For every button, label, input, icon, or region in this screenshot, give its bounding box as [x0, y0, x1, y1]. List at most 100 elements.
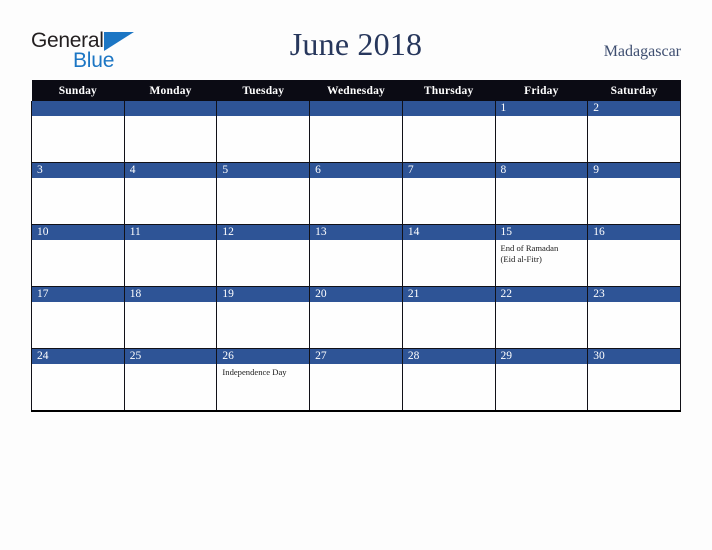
day-number: 8	[495, 163, 588, 178]
day-number: 24	[32, 349, 124, 364]
day-number: 3	[32, 163, 124, 178]
country-label: Madagascar	[603, 43, 681, 60]
generalblue-logo[interactable]: General Blue	[31, 30, 201, 76]
weekday-friday: Friday	[495, 80, 588, 101]
calendar-day-cell[interactable]: 6	[309, 162, 403, 225]
calendar-day-cell[interactable]: 7	[401, 162, 496, 225]
calendar-day-cell[interactable]: 27	[309, 348, 403, 412]
calendar-empty-cell[interactable]	[401, 101, 496, 163]
day-cell-inner: 17	[32, 287, 124, 348]
calendar-day-cell[interactable]: 8	[494, 162, 589, 225]
logo-text-blue: Blue	[73, 49, 115, 72]
weekday-wednesday: Wednesday	[309, 80, 403, 101]
day-cell-inner: 29	[495, 349, 588, 410]
calendar-empty-cell[interactable]	[31, 101, 125, 163]
day-events: Independence Day	[217, 364, 309, 378]
day-cell-inner: 14	[402, 225, 495, 286]
calendar-day-cell[interactable]: 13	[309, 224, 403, 287]
calendar-empty-cell[interactable]	[309, 101, 403, 163]
calendar-empty-cell[interactable]	[123, 101, 218, 163]
weekday-saturday: Saturday	[587, 80, 681, 101]
day-cell-inner	[217, 101, 310, 162]
calendar-day-cell[interactable]: 16	[587, 224, 681, 287]
day-number: 22	[495, 287, 588, 302]
day-number: 27	[310, 349, 402, 364]
event-label: Independence Day	[222, 367, 287, 377]
day-number: 29	[495, 349, 588, 364]
day-number: 26	[217, 349, 310, 364]
calendar-day-cell[interactable]: 25	[123, 348, 218, 412]
day-number: 6	[310, 163, 402, 178]
day-number: 12	[217, 225, 310, 240]
calendar-day-cell[interactable]: 2	[587, 101, 681, 163]
calendar-day-cell[interactable]: 30	[587, 348, 681, 412]
calendar-grid: Sunday Monday Tuesday Wednesday Thursday…	[31, 80, 681, 412]
logo-top-row: General	[31, 30, 134, 51]
calendar-day-cell[interactable]: 10	[31, 224, 125, 287]
day-cell-inner: 20	[310, 287, 402, 348]
calendar-day-cell[interactable]: 9	[587, 162, 681, 225]
day-cell-inner: 13	[310, 225, 402, 286]
weekday-thursday: Thursday	[402, 80, 496, 101]
day-number	[124, 101, 217, 116]
day-number: 2	[588, 101, 680, 116]
day-number: 5	[217, 163, 310, 178]
calendar-day-cell[interactable]: 24	[31, 348, 125, 412]
day-number: 30	[588, 349, 680, 364]
day-number: 1	[495, 101, 588, 116]
day-number: 25	[124, 349, 217, 364]
page-header: General Blue June 2018 Madagascar	[0, 0, 712, 80]
calendar-day-cell[interactable]: 18	[123, 286, 218, 349]
calendar-day-cell[interactable]: 22	[494, 286, 589, 349]
day-cell-inner: 24	[32, 349, 124, 410]
day-cell-inner: 23	[588, 287, 680, 348]
calendar-day-cell[interactable]: 21	[401, 286, 496, 349]
calendar-empty-cell[interactable]	[216, 101, 311, 163]
day-cell-inner: 28	[402, 349, 495, 410]
day-cell-inner: 21	[402, 287, 495, 348]
day-cell-inner: 26 Independence Day	[217, 349, 310, 410]
calendar-week-row: 24 25 26 Independence Day 27 28 29 30	[31, 348, 681, 412]
calendar-day-cell[interactable]: 3	[31, 162, 125, 225]
calendar-header-row: Sunday Monday Tuesday Wednesday Thursday…	[31, 80, 681, 101]
calendar-day-cell[interactable]: 20	[309, 286, 403, 349]
calendar-week-row: 3456789	[31, 162, 681, 225]
day-cell-inner: 9	[588, 163, 680, 224]
calendar-body: 1 2 3 4 5 6 7 8 9 10 11 12 13 14 15 End of Ramadan (Eid …	[31, 101, 681, 412]
calendar-day-cell[interactable]: 26 Independence Day	[216, 348, 311, 412]
calendar-day-cell[interactable]: 28	[401, 348, 496, 412]
day-number	[310, 101, 402, 116]
calendar-day-cell[interactable]: 15 End of Ramadan (Eid al-Fitr)	[494, 224, 589, 287]
calendar-day-cell[interactable]: 29	[494, 348, 589, 412]
day-number: 13	[310, 225, 402, 240]
day-number: 14	[402, 225, 495, 240]
calendar-week-row: 17 18 19 20 21 22 23	[31, 286, 681, 349]
day-number	[32, 101, 124, 116]
calendar-day-cell[interactable]: 5	[216, 162, 311, 225]
day-number: 17	[32, 287, 124, 302]
calendar-day-cell[interactable]: 4	[123, 162, 218, 225]
day-cell-inner: 6	[310, 163, 402, 224]
logo-text-general: General	[31, 29, 104, 52]
day-cell-inner	[402, 101, 495, 162]
calendar-day-cell[interactable]: 14	[401, 224, 496, 287]
day-cell-inner: 3	[32, 163, 124, 224]
day-cell-inner	[310, 101, 402, 162]
day-number	[402, 101, 495, 116]
weekday-header: Sunday Monday Tuesday Wednesday Thursday…	[31, 80, 681, 101]
day-cell-inner: 11	[124, 225, 217, 286]
calendar-day-cell[interactable]: 17	[31, 286, 125, 349]
calendar-day-cell[interactable]: 11	[123, 224, 218, 287]
day-number: 15	[495, 225, 588, 240]
day-cell-inner: 16	[588, 225, 680, 286]
calendar-day-cell[interactable]: 1	[494, 101, 589, 163]
day-cell-inner: 30	[588, 349, 680, 410]
calendar-day-cell[interactable]: 12	[216, 224, 311, 287]
event-label: (Eid al-Fitr)	[500, 254, 542, 264]
calendar-day-cell[interactable]: 23	[587, 286, 681, 349]
day-number	[217, 101, 310, 116]
calendar-day-cell[interactable]: 19	[216, 286, 311, 349]
day-cell-inner: 12	[217, 225, 310, 286]
page-title: June 2018	[289, 26, 423, 62]
day-cell-inner: 10	[32, 225, 124, 286]
